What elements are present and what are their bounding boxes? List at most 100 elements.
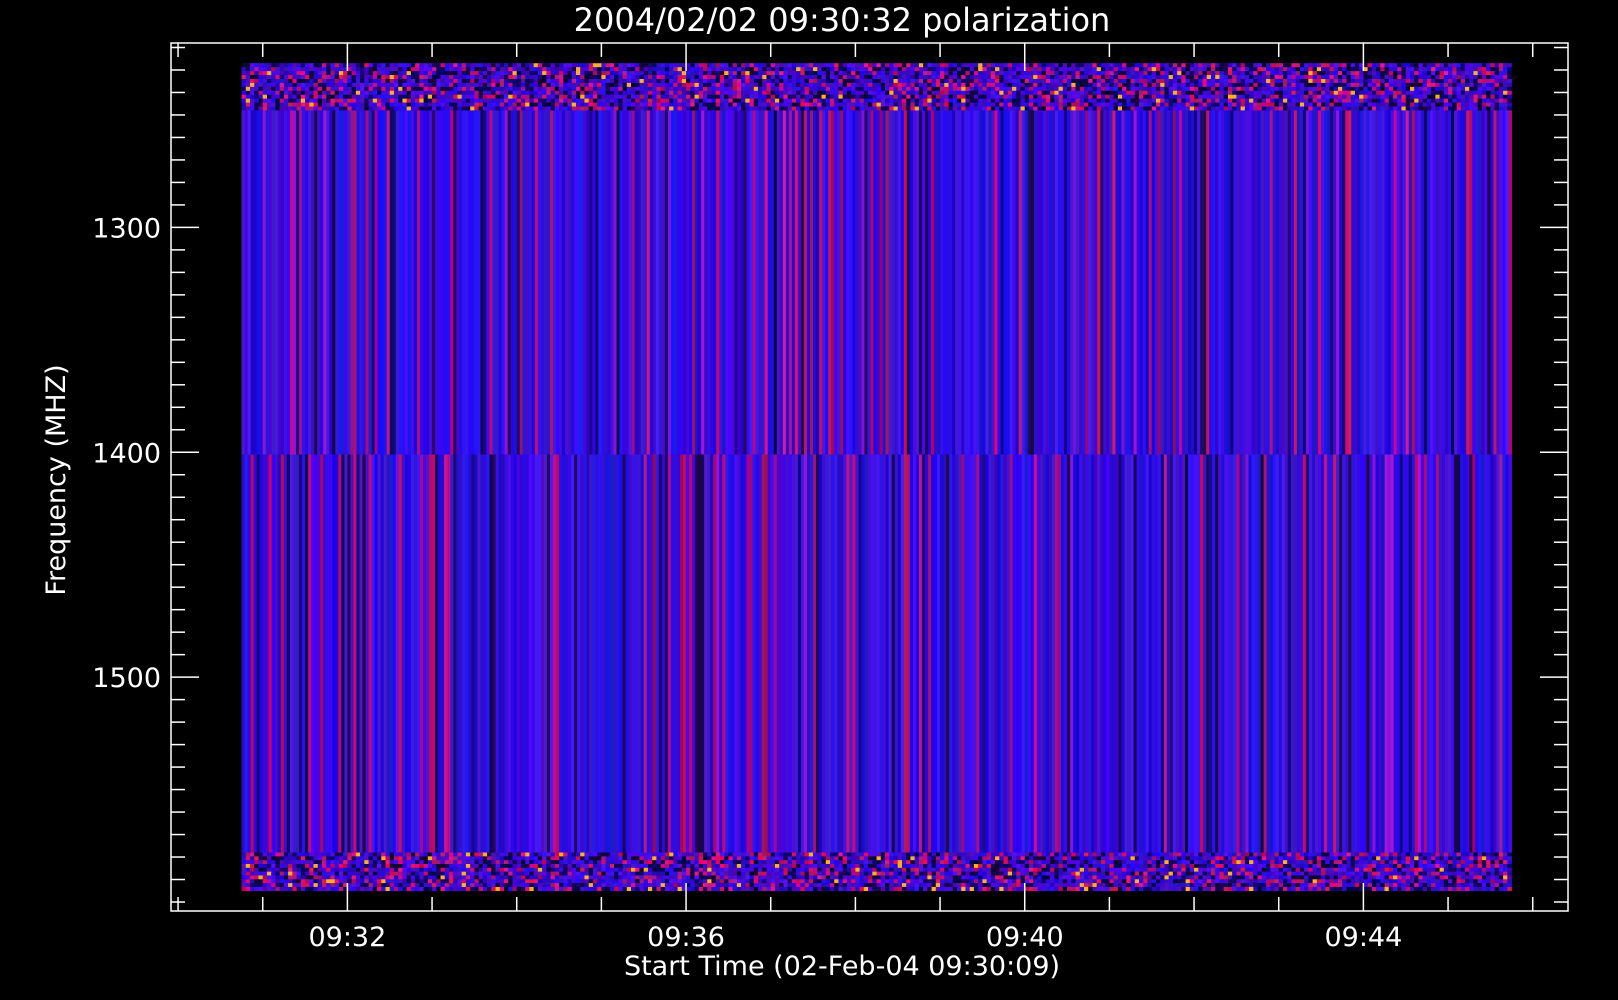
- stripe: [519, 454, 524, 853]
- noise-cell: [605, 78, 611, 84]
- noise-cell: [702, 98, 708, 103]
- noise-cell: [749, 102, 755, 107]
- stripe: [1112, 454, 1116, 853]
- noise-cell: [1062, 63, 1068, 68]
- noise-cell: [783, 102, 788, 107]
- noise-cell: [643, 63, 649, 68]
- noise-cell: [995, 106, 1000, 111]
- noise-cell: [1236, 94, 1241, 99]
- noise-cell: [1058, 82, 1064, 88]
- noise-cell: [559, 852, 564, 857]
- noise-cell: [1202, 852, 1208, 857]
- noise-cell: [1329, 98, 1335, 103]
- noise-cell: [770, 102, 776, 107]
- noise-cell: [1498, 90, 1504, 96]
- noise-cell: [1312, 78, 1318, 84]
- noise-cell: [1316, 86, 1322, 92]
- noise-cell: [766, 75, 772, 80]
- noise-cell: [1435, 106, 1440, 111]
- noise-cell: [952, 856, 958, 861]
- noise-cell: [711, 75, 716, 80]
- noise-cell: [1037, 86, 1042, 92]
- noise-cell: [804, 86, 810, 92]
- noise-cell: [889, 102, 894, 107]
- noise-cell: [419, 94, 424, 99]
- noise-cell: [1435, 90, 1440, 96]
- noise-cell: [355, 63, 361, 68]
- noise-cell: [1448, 98, 1453, 103]
- stripe: [655, 110, 660, 455]
- noise-cell: [1363, 75, 1368, 80]
- stripe: [1366, 454, 1370, 853]
- noise-cell: [559, 71, 564, 76]
- stripe: [1127, 454, 1131, 853]
- noise-cell: [245, 78, 251, 84]
- noise-cell: [321, 63, 327, 68]
- noise-cell: [614, 856, 619, 861]
- stripe: [1148, 110, 1153, 455]
- noise-cell: [1105, 90, 1110, 96]
- noise-cell: [1079, 102, 1085, 107]
- noise-cell: [978, 852, 983, 857]
- noise-cell: [271, 63, 276, 68]
- noise-cell: [474, 102, 479, 107]
- stripe: [1411, 110, 1416, 455]
- noise-cell: [1160, 856, 1165, 861]
- noise-cell: [741, 71, 746, 76]
- noise-cell: [262, 856, 268, 861]
- noise-cell: [266, 106, 272, 111]
- noise-cell: [300, 86, 306, 92]
- noise-cell: [372, 98, 378, 103]
- noise-cell: [309, 67, 314, 72]
- noise-cell: [588, 106, 594, 111]
- noise-cell: [334, 102, 340, 107]
- noise-cell: [758, 78, 763, 84]
- noise-cell: [686, 102, 691, 107]
- noise-cell: [656, 90, 661, 96]
- noise-cell: [995, 71, 1000, 76]
- noise-cell: [1477, 86, 1483, 92]
- stripe: [843, 454, 847, 853]
- stripe: [1163, 110, 1168, 455]
- noise-cell: [914, 856, 920, 861]
- noise-cell: [817, 856, 822, 861]
- noise-cell: [952, 63, 958, 68]
- noise-cell: [512, 63, 518, 68]
- noise-cell: [698, 856, 704, 861]
- noise-cell: [986, 98, 992, 103]
- noise-cell: [1007, 98, 1013, 103]
- stripe: [640, 454, 645, 853]
- noise-cell: [1227, 78, 1233, 84]
- noise-cell: [791, 82, 797, 88]
- noise-cell: [1062, 78, 1068, 84]
- noise-cell: [1321, 67, 1326, 72]
- noise-cell: [1350, 852, 1356, 857]
- noise-cell: [597, 856, 602, 861]
- noise-cell: [829, 856, 835, 861]
- noise-cell: [766, 67, 772, 72]
- noise-cell: [1278, 98, 1284, 103]
- noise-cell: [1062, 856, 1068, 861]
- noise-cell: [520, 75, 526, 80]
- noise-cell: [406, 82, 412, 88]
- noise-cell: [1359, 71, 1364, 76]
- noise-cell: [783, 94, 788, 99]
- noise-cell: [1083, 102, 1089, 107]
- noise-cell: [906, 78, 911, 84]
- stripe: [383, 110, 388, 455]
- noise-cell: [1050, 63, 1055, 68]
- noise-cell: [715, 852, 721, 857]
- noise-cell: [241, 75, 247, 80]
- noise-cell: [1062, 106, 1068, 111]
- noise-cell: [347, 78, 352, 84]
- noise-cell: [1266, 67, 1271, 72]
- noise-cell: [829, 67, 835, 72]
- noise-cell: [1498, 106, 1504, 111]
- noise-cell: [681, 94, 687, 99]
- noise-cell: [563, 90, 568, 96]
- noise-cell: [711, 94, 716, 99]
- stripe: [813, 454, 817, 853]
- noise-cell: [656, 86, 661, 92]
- noise-cell: [745, 94, 750, 99]
- noise-cell: [1422, 90, 1428, 96]
